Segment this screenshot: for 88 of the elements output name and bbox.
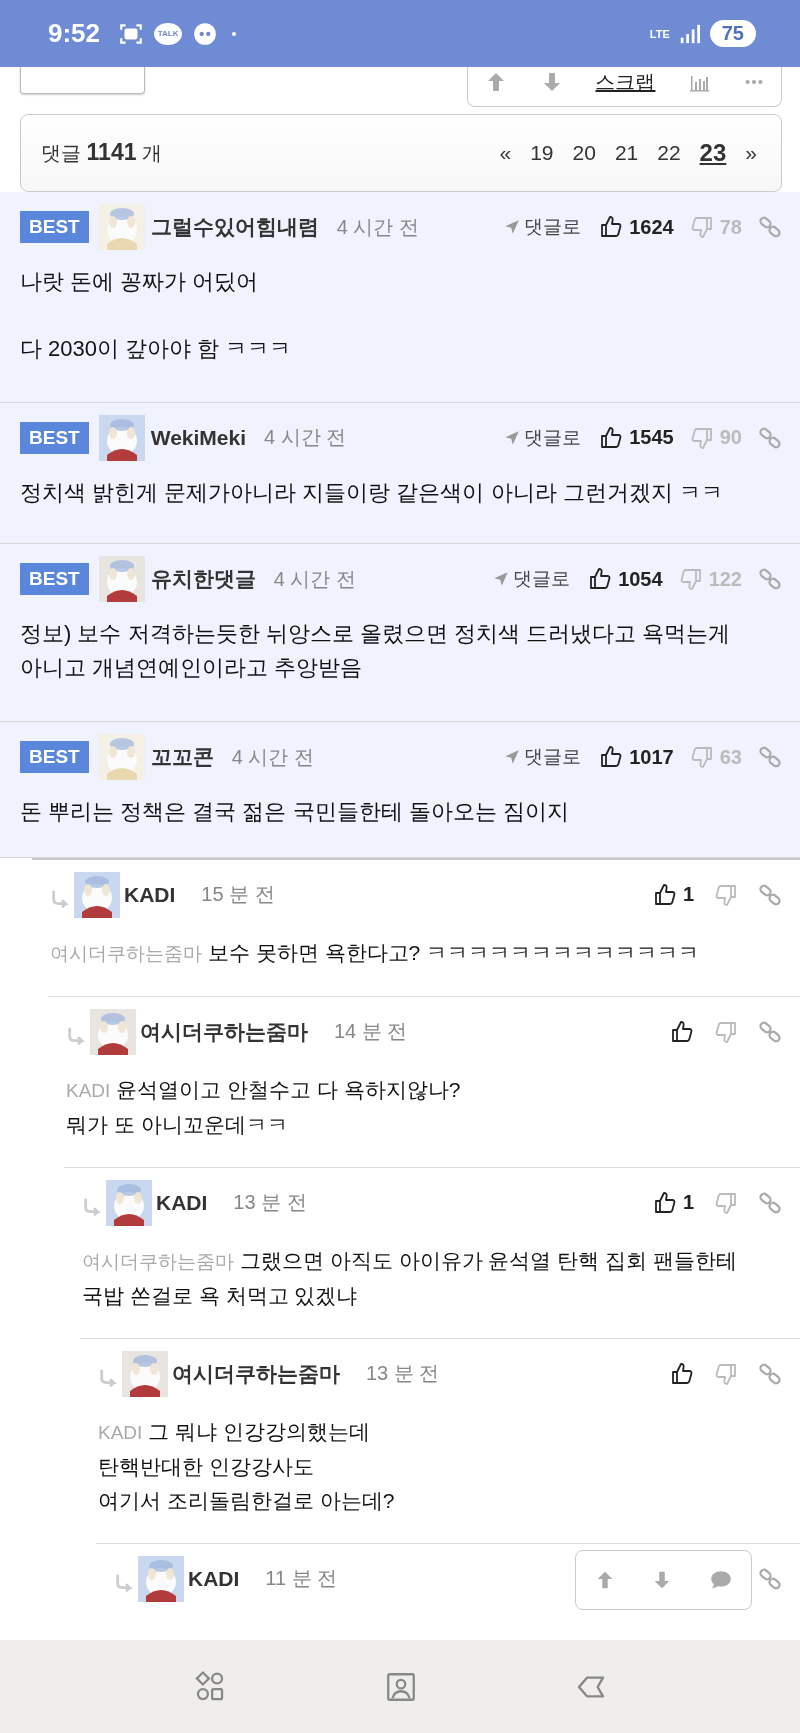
battery-level: 75 <box>709 20 756 47</box>
thumbs-up-icon[interactable] <box>652 1190 677 1215</box>
reply-author[interactable]: KADI <box>124 882 176 907</box>
network-label: LTE <box>649 27 670 40</box>
link-icon[interactable] <box>758 567 782 591</box>
thumbs-up-icon[interactable] <box>599 745 624 769</box>
like-count: 1624 <box>629 215 674 239</box>
link-icon[interactable] <box>758 1361 782 1386</box>
comment-author[interactable]: 그럴수있어힘내렴 <box>150 213 319 241</box>
reply-link[interactable]: 댓글로 <box>513 566 571 592</box>
talk-badge: TALK <box>154 22 183 45</box>
thumbs-up-icon[interactable] <box>670 1019 694 1044</box>
link-icon[interactable] <box>758 425 782 450</box>
page-link[interactable]: 22 <box>657 141 681 165</box>
page-link[interactable]: 21 <box>614 141 639 165</box>
reply-time: 11 분 전 <box>265 1566 338 1591</box>
thumbs-down-icon[interactable] <box>714 882 738 907</box>
dislike-count: 90 <box>719 426 742 449</box>
comment-time: 4 시간 전 <box>264 425 348 450</box>
send-icon <box>503 748 522 766</box>
thumbs-up-icon[interactable] <box>652 882 677 907</box>
thumbs-up-icon[interactable] <box>599 425 624 450</box>
status-time: 9:52 <box>48 18 101 49</box>
comment-text: 정보) 보수 저격하는듯한 뉘앙스로 올렸으면 정치색 드러냈다고 욕먹는게 아니고 개념연예인이라고 추앙받음 <box>20 620 732 682</box>
comment-time: 4 시간 전 <box>273 566 357 592</box>
send-icon <box>503 428 522 447</box>
reply-link[interactable]: 댓글로 <box>524 214 582 240</box>
comment-time: 4 시간 전 <box>336 214 420 240</box>
send-icon <box>503 218 522 236</box>
thumbs-up-icon[interactable] <box>588 567 613 591</box>
reply-author[interactable]: 여시더쿠하는줌마 <box>140 1017 308 1046</box>
best-badge: BEST <box>20 421 89 454</box>
comment-text: 정치색 밝힌게 문제가아니라 지들이랑 같은색이 아니라 그런거겠지 ㅋㅋ <box>20 478 724 507</box>
reply-author[interactable]: KADI <box>156 1190 208 1215</box>
like-count: 1 <box>682 1191 694 1214</box>
reply-link[interactable]: 댓글로 <box>524 424 582 451</box>
page-link[interactable]: 23 <box>699 139 727 167</box>
reply-text: 여시더쿠하는줌마 보수 못하면 욕한다고? ㅋㅋㅋㅋㅋㅋㅋㅋㅋㅋㅋㅋㅋ <box>50 939 701 966</box>
reply-time: 14 분 전 <box>334 1019 408 1044</box>
dislike-count: 122 <box>708 567 742 591</box>
like-count: 1017 <box>629 745 674 769</box>
reply-text: 여시더쿠하는줌마 그랬으면 아직도 아이유가 윤석열 탄핵 집회 팬들한테 국밥 쏜걸로 욕 처먹고 있겠냐 <box>82 1247 738 1309</box>
link-icon[interactable] <box>758 745 782 769</box>
like-count: 1545 <box>629 426 674 449</box>
thumbs-up-icon[interactable] <box>670 1361 694 1386</box>
comment-time: 4 시간 전 <box>231 744 315 770</box>
thumbs-down-icon[interactable] <box>714 1019 738 1044</box>
link-icon[interactable] <box>758 1566 782 1591</box>
thumbs-down-icon[interactable] <box>714 1190 738 1215</box>
reply-time: 13 분 전 <box>233 1190 307 1215</box>
thumbs-down-icon[interactable] <box>689 425 714 450</box>
share-button[interactable] <box>20 67 145 94</box>
reply-link[interactable]: 댓글로 <box>524 744 582 770</box>
comment-author[interactable]: 꼬꼬콘 <box>150 743 214 771</box>
thumbs-down-icon[interactable] <box>714 1361 738 1386</box>
best-badge: BEST <box>20 741 89 773</box>
thumbs-down-icon[interactable] <box>689 745 714 769</box>
comment-count: 댓글 1141 개 <box>41 139 164 167</box>
reply-time: 15 분 전 <box>201 882 275 907</box>
next-page-link[interactable]: » <box>745 141 757 165</box>
link-icon[interactable] <box>758 1190 782 1215</box>
thumbs-up-icon[interactable] <box>599 215 624 239</box>
reply-author[interactable]: KADI <box>188 1566 240 1591</box>
like-count: 1054 <box>618 567 663 591</box>
link-icon[interactable] <box>758 882 782 907</box>
scrap-link[interactable]: 스크랩 <box>595 70 656 93</box>
reply-time: 13 분 전 <box>366 1361 440 1386</box>
face-icon <box>192 20 219 47</box>
dislike-count: 63 <box>719 745 742 769</box>
page-link[interactable]: 19 <box>530 141 554 165</box>
like-count: 1 <box>682 883 694 906</box>
best-badge: BEST <box>20 563 89 595</box>
dislike-count: 78 <box>719 215 742 239</box>
link-icon[interactable] <box>758 215 782 239</box>
comment-author[interactable]: 유치한댓글 <box>150 565 256 593</box>
comment-text: 돈 뿌리는 정책은 결국 젊은 국민들한테 돌아오는 짐이지 <box>20 798 570 826</box>
comment-text: 나랏 돈에 꽁짜가 어딨어 다 2030이 갚아야 함 ㅋㅋㅋ <box>20 268 293 363</box>
prev-page-link[interactable]: « <box>499 141 512 165</box>
reply-text: KADI 그 뭐냐 인강강의했는데 탄핵반대한 인강강사도 여기서 조리돌림한걸로 아는데? <box>98 1418 396 1514</box>
comment-author[interactable]: WekiMeki <box>150 425 246 450</box>
reply-author[interactable]: 여시더쿠하는줌마 <box>172 1359 340 1388</box>
link-icon[interactable] <box>758 1019 782 1044</box>
thumbs-down-icon[interactable] <box>689 215 714 239</box>
reply-text: KADI 윤석열이고 안철수고 다 욕하지않나? 뭐가 또 아니꼬운데ㅋㅋ <box>66 1076 462 1138</box>
page-link[interactable]: 20 <box>572 141 596 165</box>
best-badge: BEST <box>20 211 89 243</box>
thumbs-down-icon[interactable] <box>678 567 703 591</box>
send-icon <box>492 570 511 588</box>
